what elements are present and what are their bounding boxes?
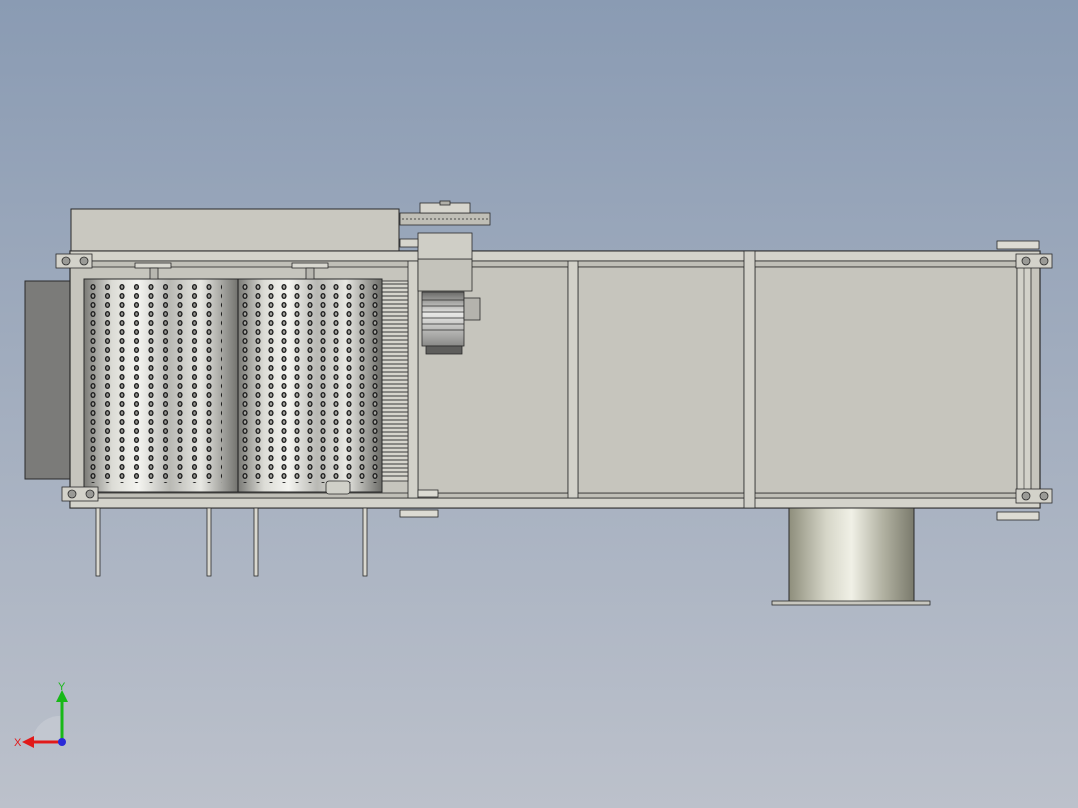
post-3 xyxy=(743,250,756,509)
post-1 xyxy=(407,260,419,499)
machine-drawing xyxy=(24,200,1053,606)
rail-bottom-inner xyxy=(69,492,1041,499)
rail-top xyxy=(69,250,1041,262)
post-2 xyxy=(567,260,579,499)
drain-valve xyxy=(325,480,351,495)
outlet-flange xyxy=(771,600,931,606)
x-axis-arrow xyxy=(22,736,34,748)
rail-top-inner xyxy=(69,260,1041,268)
z-axis-dot xyxy=(58,738,66,746)
rail-bottom xyxy=(69,497,1041,509)
gearbox-top xyxy=(417,232,473,260)
y-axis-label: Y xyxy=(58,681,66,693)
control-box xyxy=(70,208,400,252)
outlet-pipe xyxy=(788,507,915,604)
side-hopper xyxy=(24,280,72,480)
panel-2 xyxy=(577,266,745,494)
terminal-box xyxy=(463,297,481,321)
cad-viewport[interactable]: Y X xyxy=(0,0,1078,808)
panel-3 xyxy=(754,266,1018,494)
axis-triad: Y X xyxy=(14,681,68,749)
gearbox xyxy=(417,258,473,292)
support-legs xyxy=(95,507,368,577)
x-axis-label: X xyxy=(14,737,22,749)
